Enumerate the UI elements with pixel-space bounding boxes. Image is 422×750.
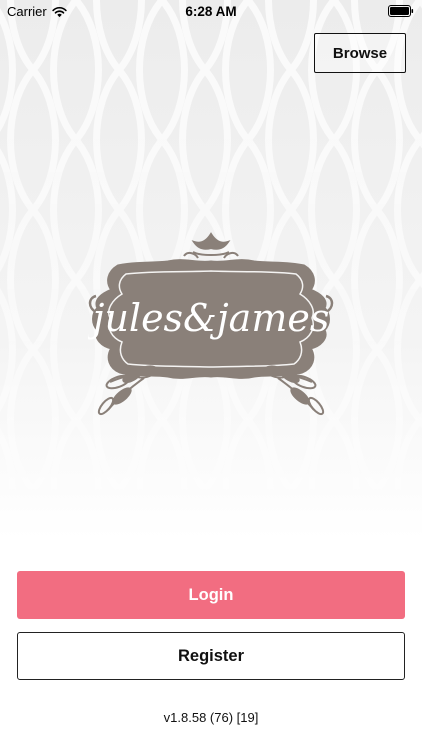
status-time: 6:28 AM <box>185 4 237 19</box>
browse-button[interactable]: Browse <box>314 33 406 73</box>
flower-crest-icon <box>183 232 239 259</box>
status-bar: Carrier 6:28 AM <box>0 0 422 24</box>
register-button[interactable]: Register <box>17 632 405 680</box>
login-button[interactable]: Login <box>17 571 405 619</box>
battery-icon <box>388 5 414 17</box>
logo-wordmark: jules&james <box>88 296 329 340</box>
version-label: v1.8.58 (76) [19] <box>163 710 259 725</box>
jules-james-logo: jules&james <box>88 232 334 416</box>
